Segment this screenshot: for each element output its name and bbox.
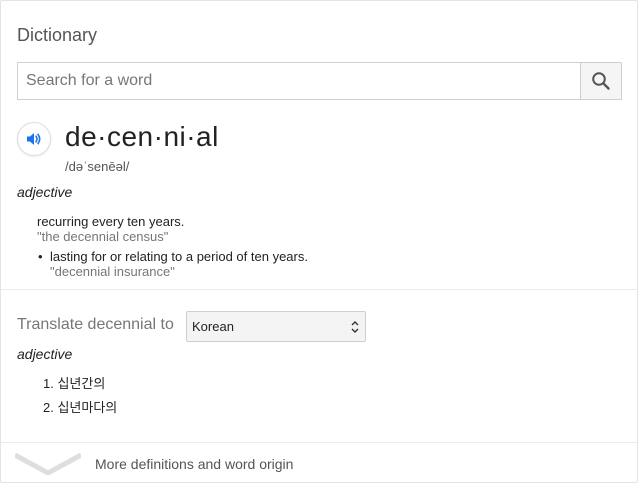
dictionary-card: Dictionary de·cen·ni·al /dəˈsenēəl/ adje… bbox=[0, 0, 638, 483]
pronunciation-button[interactable] bbox=[17, 122, 51, 156]
definition-2: lasting for or relating to a period of t… bbox=[50, 249, 308, 264]
chevron-down-icon[interactable] bbox=[15, 453, 81, 475]
card-title: Dictionary bbox=[17, 25, 98, 45]
search-input[interactable] bbox=[18, 63, 580, 99]
bullet-icon: • bbox=[38, 249, 43, 264]
more-definitions-link[interactable]: More definitions and word origin bbox=[95, 456, 293, 472]
footer-divider bbox=[1, 442, 637, 443]
search-button[interactable] bbox=[580, 63, 621, 99]
definition-1: recurring every ten years. bbox=[37, 214, 185, 229]
phonetic-spelling: /dəˈsenēəl/ bbox=[65, 159, 130, 174]
translation-item: 1. 십년간의 bbox=[43, 376, 106, 391]
section-divider bbox=[1, 289, 637, 290]
language-select-value: Korean bbox=[192, 319, 234, 334]
search-icon bbox=[592, 72, 610, 90]
search-box bbox=[17, 62, 622, 100]
select-arrows-icon bbox=[351, 321, 359, 333]
speaker-icon bbox=[27, 133, 41, 145]
translation-item: 2. 십년마다의 bbox=[43, 400, 118, 415]
headword: de·cen·ni·al bbox=[65, 121, 219, 152]
translation-part-of-speech: adjective bbox=[17, 346, 73, 362]
language-select[interactable]: Korean bbox=[186, 311, 366, 342]
definition-2-example: "decennial insurance" bbox=[50, 264, 175, 279]
definition-1-example: "the decennial census" bbox=[37, 229, 169, 244]
part-of-speech: adjective bbox=[17, 184, 73, 200]
translate-label: Translate decennial to bbox=[17, 316, 174, 333]
